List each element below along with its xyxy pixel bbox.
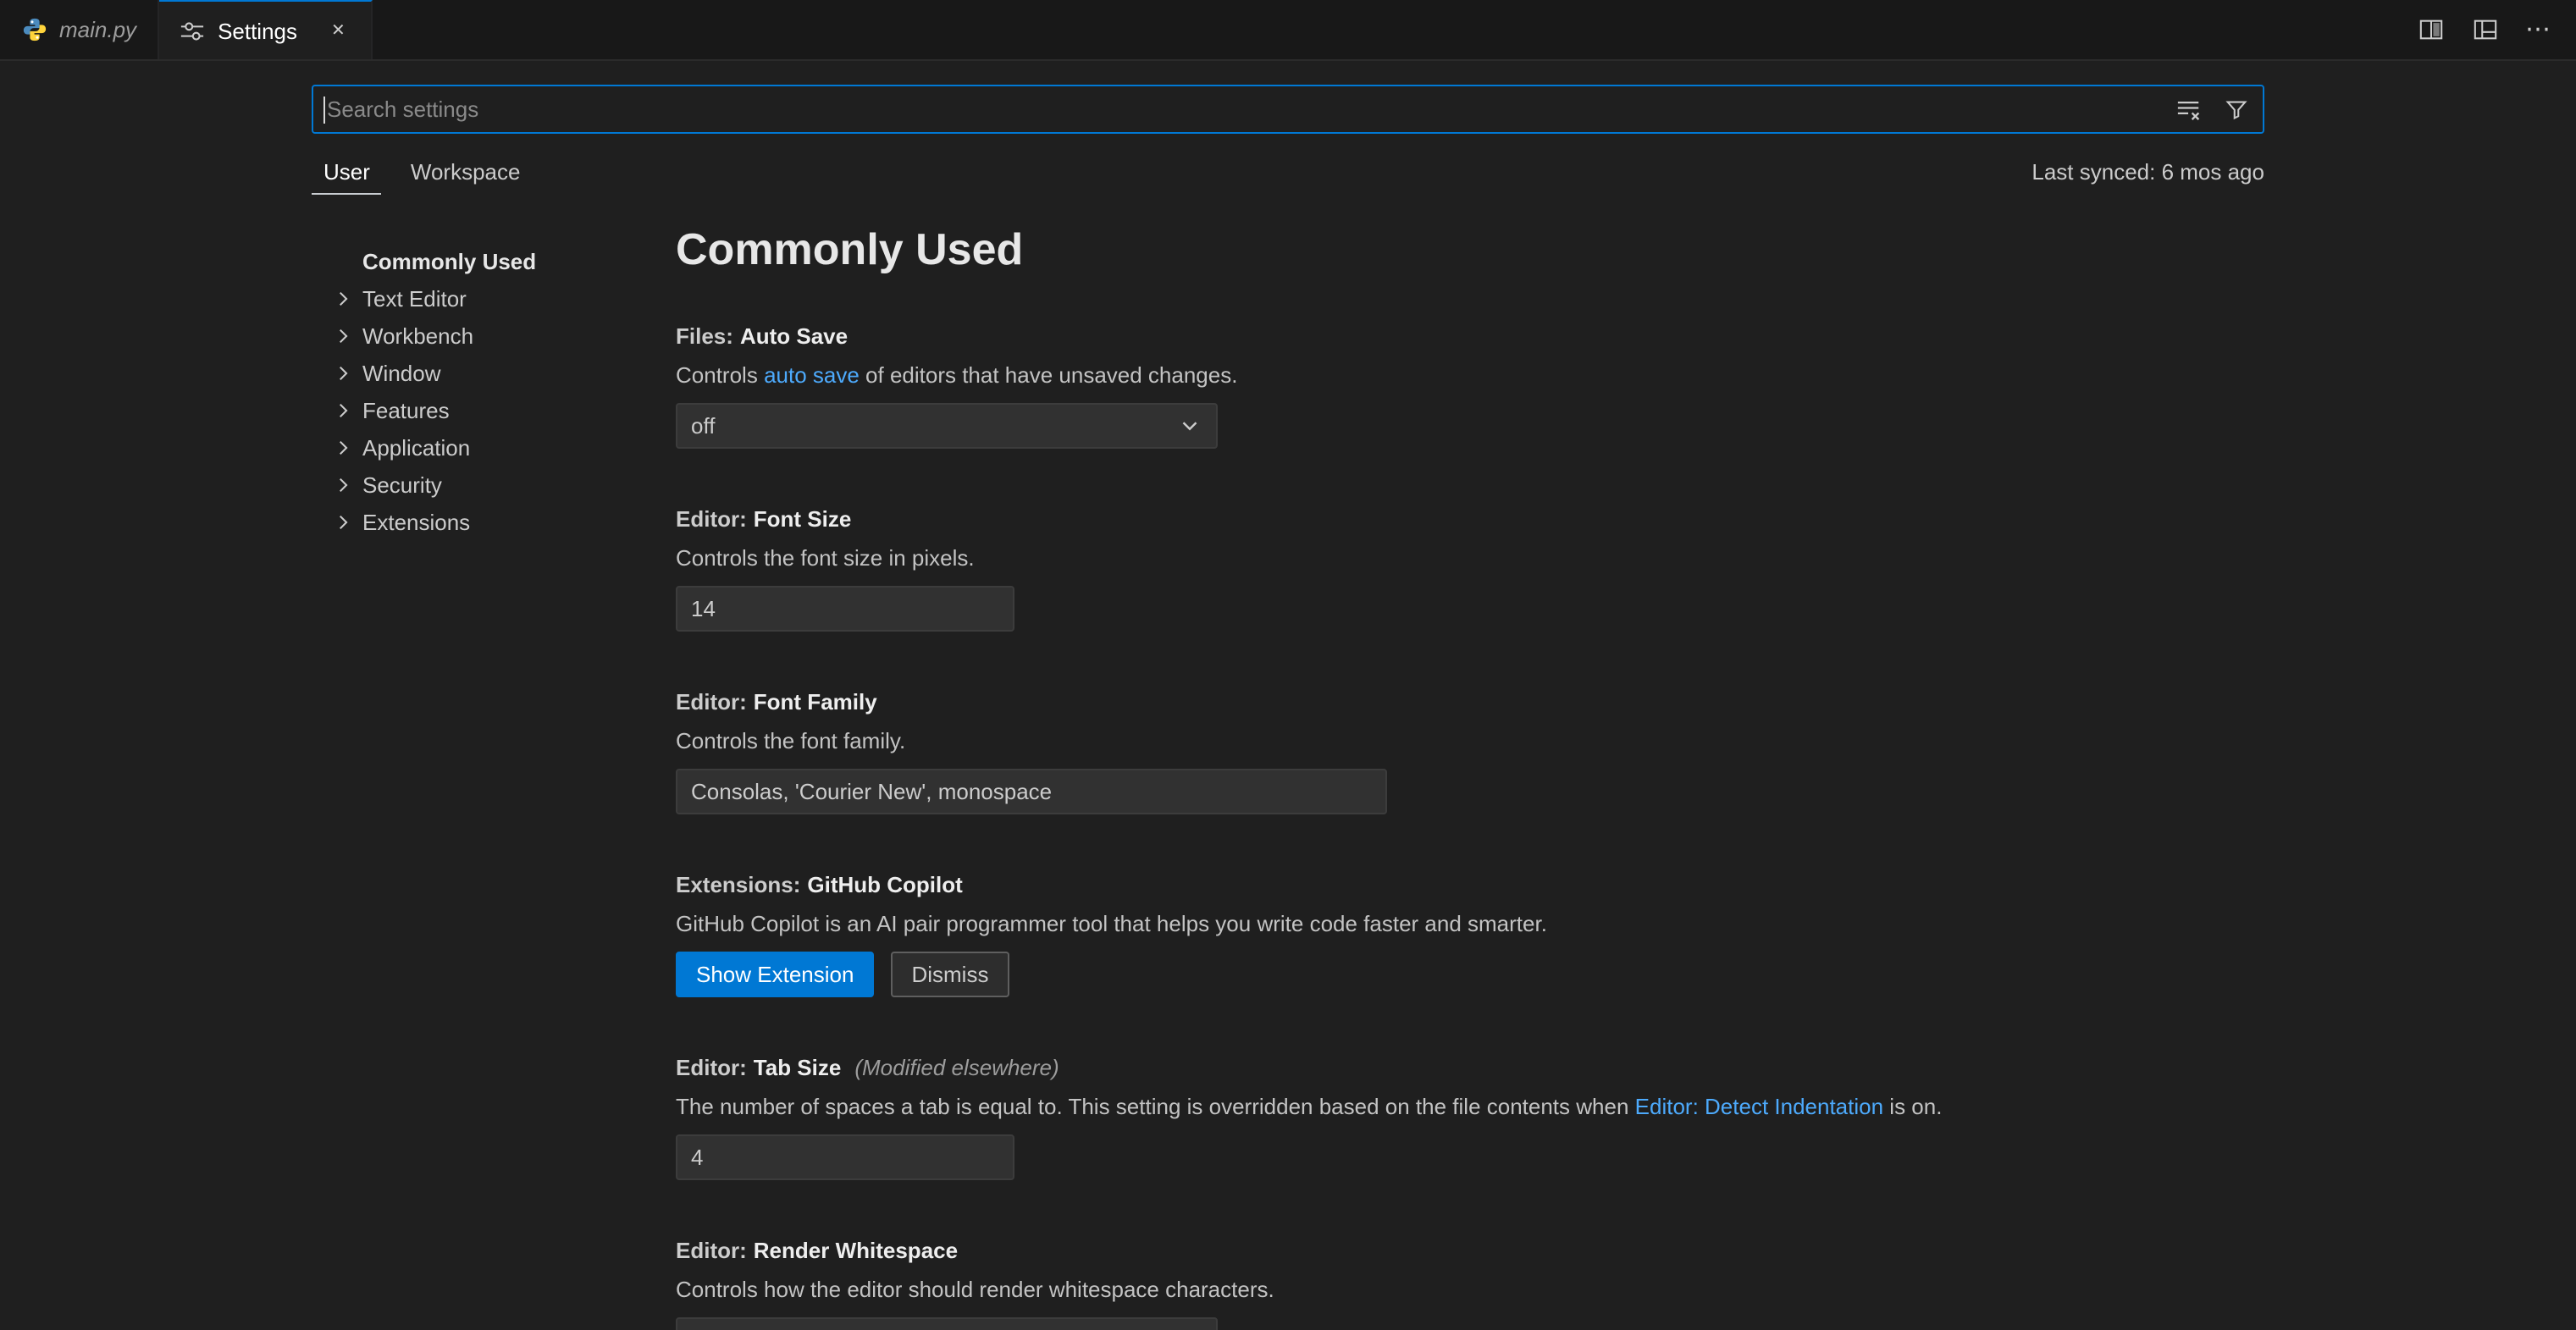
toc-item-features[interactable]: Features xyxy=(329,391,650,428)
tab-label: Settings xyxy=(218,18,297,43)
chevron-down-icon xyxy=(1177,413,1202,439)
tab-main-py[interactable]: main.py xyxy=(0,0,158,59)
setting-editor-render-whitespace: Editor: Render Whitespace Controls how th… xyxy=(676,1234,2048,1330)
setting-category: Files: xyxy=(676,323,733,349)
setting-description: GitHub Copilot is an AI pair programmer … xyxy=(676,908,2048,940)
last-synced-label: Last synced: 6 mos ago xyxy=(2032,158,2264,184)
setting-description: Controls the font size in pixels. xyxy=(676,542,2048,574)
toc-item-security[interactable]: Security xyxy=(329,466,650,503)
setting-name: Render Whitespace xyxy=(754,1238,958,1263)
vscode-window: main.py Settings ✕ xyxy=(0,0,2576,1330)
chevron-right-icon xyxy=(329,287,362,309)
split-editor-icon[interactable] xyxy=(2417,16,2444,43)
setting-description: Controls auto save of editors that have … xyxy=(676,359,2048,391)
setting-editor-tab-size: Editor: Tab Size (Modified elsewhere) The … xyxy=(676,1051,2048,1180)
python-icon xyxy=(20,16,47,43)
chevron-right-icon xyxy=(329,436,362,458)
setting-name: Font Size xyxy=(754,506,852,532)
setting-description: The number of spaces a tab is equal to. … xyxy=(676,1090,2048,1123)
dismiss-button[interactable]: Dismiss xyxy=(891,952,1009,997)
setting-description: Controls the font family. xyxy=(676,725,2048,757)
setting-description: Controls how the editor should render wh… xyxy=(676,1273,2048,1305)
modified-elsewhere-note: (Modified elsewhere) xyxy=(854,1055,1059,1080)
setting-name: Auto Save xyxy=(740,323,848,349)
tab-label: main.py xyxy=(59,17,136,42)
setting-files-auto-save: Files: Auto Save Controls auto save of ed… xyxy=(676,320,2048,449)
setting-category: Extensions: xyxy=(676,872,800,897)
settings-toc: Commonly Used Text Editor Workbench Wind… xyxy=(329,242,650,540)
scope-tab-user[interactable]: User xyxy=(312,148,382,194)
close-icon[interactable]: ✕ xyxy=(326,18,351,43)
toc-item-text-editor[interactable]: Text Editor xyxy=(329,279,650,317)
more-actions-icon[interactable]: ⋯ xyxy=(2525,16,2552,43)
show-extension-button[interactable]: Show Extension xyxy=(676,952,874,997)
settings-search-row xyxy=(0,61,2576,134)
chevron-right-icon xyxy=(329,324,362,346)
settings-scope-row: User Workspace Last synced: 6 mos ago xyxy=(312,144,2264,198)
setting-name: Tab Size xyxy=(754,1055,842,1080)
editor-actions: ⋯ xyxy=(2417,0,2552,59)
chevron-right-icon xyxy=(329,361,362,384)
setting-category: Editor: xyxy=(676,1238,747,1263)
setting-category: Editor: xyxy=(676,506,747,532)
settings-content: Commonly Used Files: Auto Save Controls a… xyxy=(676,198,2048,1330)
search-input[interactable] xyxy=(327,97,2175,122)
toc-item-application[interactable]: Application xyxy=(329,428,650,466)
setting-name: GitHub Copilot xyxy=(807,872,962,897)
filter-settings-icon[interactable] xyxy=(2222,96,2249,123)
tab-size-input[interactable] xyxy=(676,1134,1014,1180)
settings-body: Commonly Used Text Editor Workbench Wind… xyxy=(0,198,2576,1330)
detect-indentation-link[interactable]: Editor: Detect Indentation xyxy=(1635,1094,1883,1119)
settings-search-box[interactable] xyxy=(312,85,2264,134)
render-whitespace-select[interactable] xyxy=(676,1317,1218,1330)
setting-extensions-github-copilot: Extensions: GitHub Copilot GitHub Copilot… xyxy=(676,869,2048,997)
editor-tab-bar: main.py Settings ✕ xyxy=(0,0,2576,61)
tab-settings[interactable]: Settings ✕ xyxy=(158,0,373,59)
setting-category: Editor: xyxy=(676,689,747,715)
chevron-right-icon xyxy=(329,399,362,421)
font-size-input[interactable] xyxy=(676,586,1014,632)
toc-item-workbench[interactable]: Workbench xyxy=(329,317,650,354)
settings-sliders-icon xyxy=(179,17,206,44)
chevron-right-icon xyxy=(329,510,362,533)
setting-name: Font Family xyxy=(754,689,877,715)
customize-layout-icon[interactable] xyxy=(2471,16,2498,43)
setting-editor-font-family: Editor: Font Family Controls the font fam… xyxy=(676,686,2048,814)
auto-save-select[interactable]: off xyxy=(676,403,1218,449)
select-value: off xyxy=(691,413,715,439)
page-title: Commonly Used xyxy=(676,222,2048,276)
toc-item-window[interactable]: Window xyxy=(329,354,650,391)
search-toolbar xyxy=(2175,96,2249,123)
setting-category: Editor: xyxy=(676,1055,747,1080)
auto-save-link[interactable]: auto save xyxy=(764,362,860,388)
toc-item-extensions[interactable]: Extensions xyxy=(329,503,650,540)
font-family-input[interactable] xyxy=(676,769,1387,814)
setting-editor-font-size: Editor: Font Size Controls the font size … xyxy=(676,503,2048,632)
toc-item-commonly-used[interactable]: Commonly Used xyxy=(329,242,650,279)
scope-tab-workspace[interactable]: Workspace xyxy=(399,148,533,194)
clear-search-input-icon[interactable] xyxy=(2175,96,2202,123)
text-caret xyxy=(323,96,325,123)
chevron-right-icon xyxy=(329,473,362,495)
